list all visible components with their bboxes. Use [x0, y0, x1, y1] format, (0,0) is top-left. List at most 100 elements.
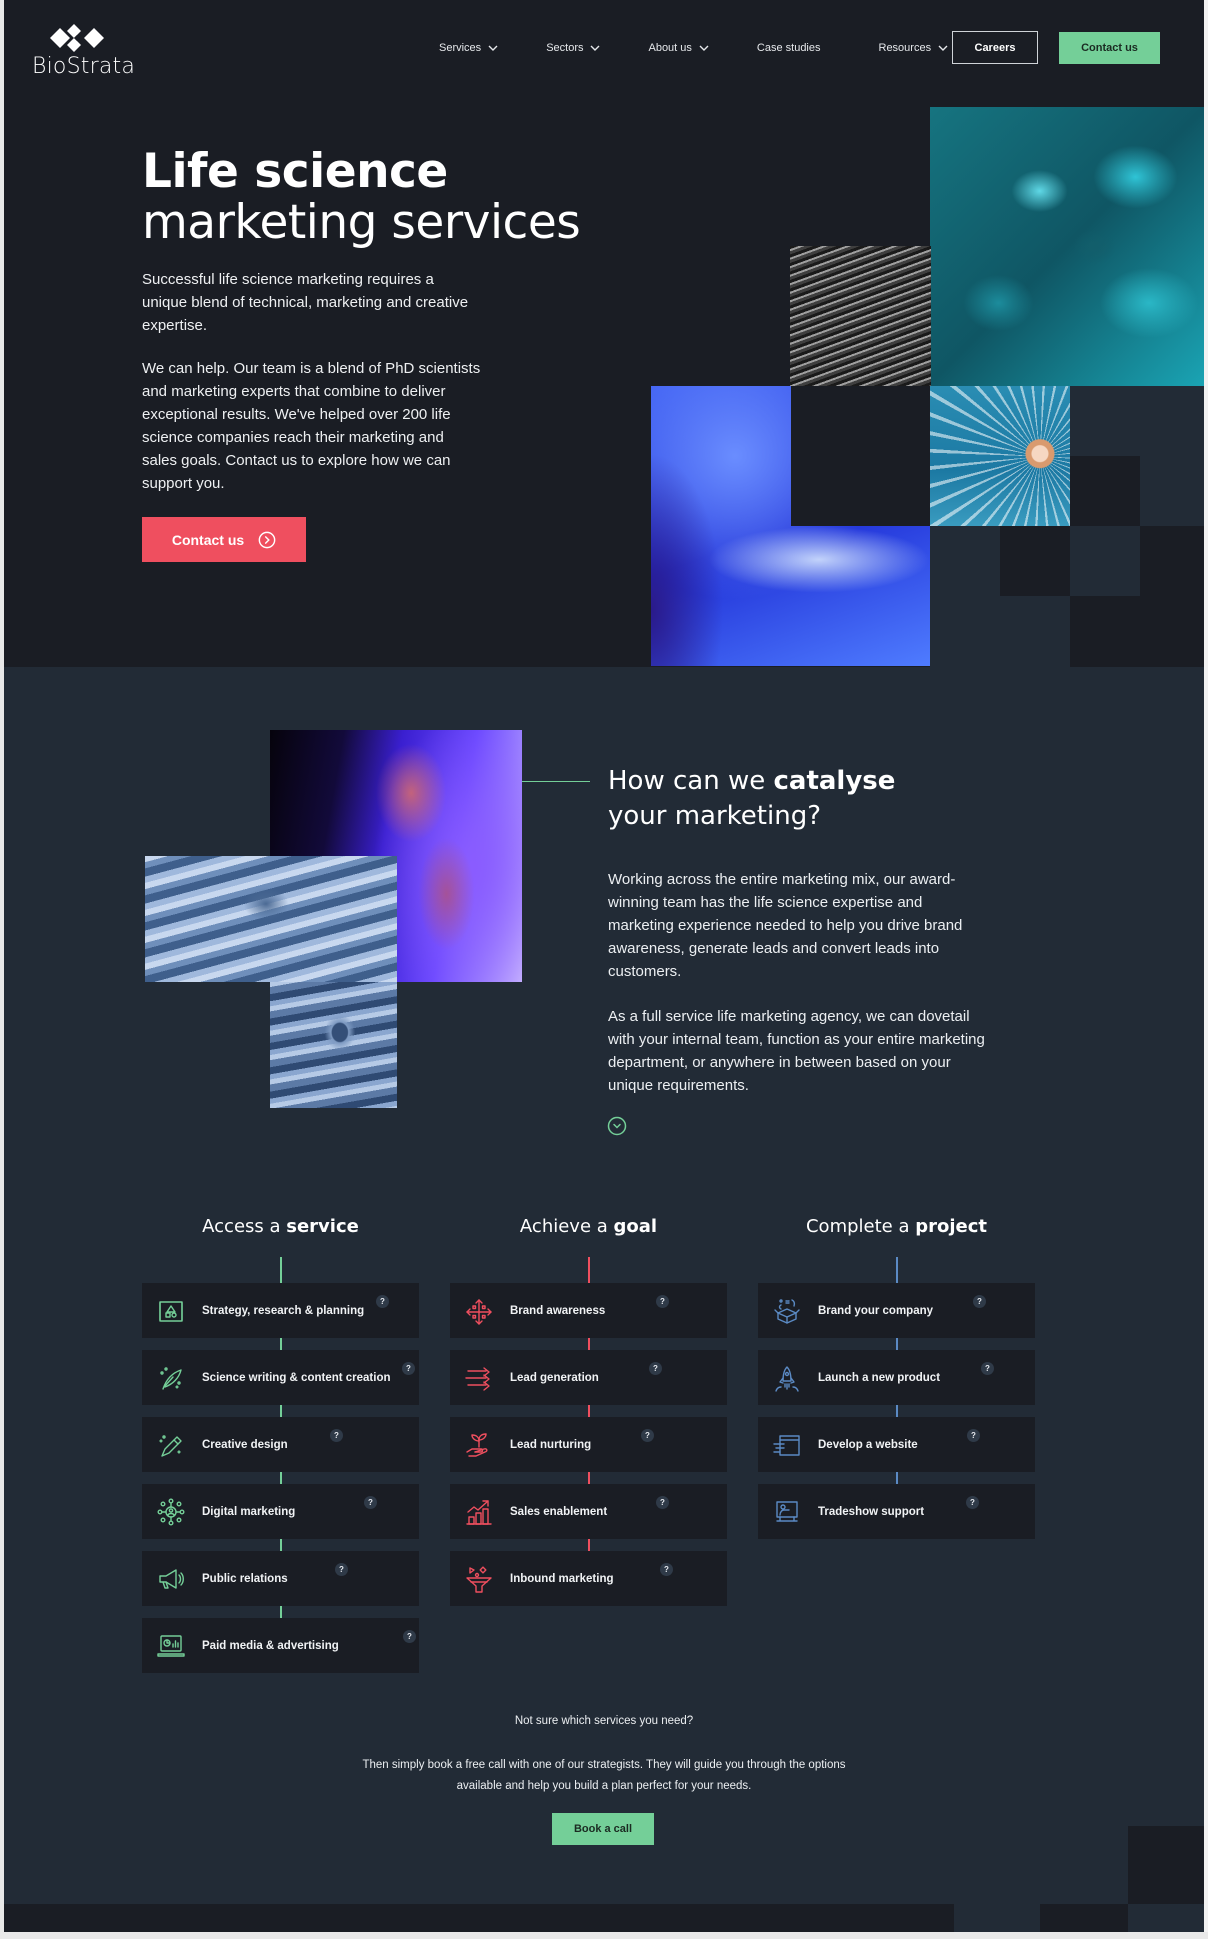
help-icon[interactable]: ? — [973, 1295, 986, 1308]
page: BioStrata Services Sectors About us Case st… — [4, 0, 1204, 1932]
decor-square — [1070, 596, 1204, 667]
help-icon[interactable]: ? — [660, 1563, 673, 1576]
catalyse-title-pre: How can we — [608, 766, 774, 796]
service-card[interactable]: Tradeshow support? — [758, 1484, 1035, 1539]
help-icon[interactable]: ? — [981, 1362, 994, 1375]
browser-window-icon — [773, 1435, 800, 1456]
column-connector — [895, 1338, 898, 1350]
nav-item-about-us[interactable]: About us — [648, 42, 709, 54]
column-title: Access a service — [142, 1215, 419, 1239]
book-call-button[interactable]: Book a call — [552, 1813, 654, 1845]
chevron-down-icon — [590, 45, 600, 51]
service-card-label: Lead nurturing — [510, 1439, 592, 1451]
service-card[interactable]: Digital marketing? — [142, 1484, 419, 1539]
help-icon[interactable]: ? — [656, 1295, 669, 1308]
help-icon[interactable]: ? — [403, 1630, 416, 1643]
help-icon[interactable]: ? — [967, 1429, 980, 1442]
service-card[interactable]: Launch a new product? — [758, 1350, 1035, 1405]
chevron-down-icon — [699, 45, 709, 51]
service-card-label: Paid media & advertising — [202, 1640, 339, 1652]
column-connector — [587, 1405, 590, 1417]
help-icon[interactable]: ? — [364, 1496, 377, 1509]
chevron-down-circle-icon[interactable] — [607, 1116, 627, 1136]
column-connector — [279, 1338, 282, 1350]
careers-button[interactable]: Careers — [952, 31, 1038, 64]
footer-strip — [4, 1904, 954, 1932]
service-card[interactable]: Sales enablement? — [450, 1484, 727, 1539]
service-card[interactable]: Develop a website? — [758, 1417, 1035, 1472]
nav-item-label: Services — [439, 42, 482, 54]
help-icon[interactable]: ? — [966, 1496, 979, 1509]
nav-item-sectors[interactable]: Sectors — [546, 42, 600, 54]
column-connector — [279, 1539, 282, 1551]
cta-paragraph: Then simply book a free call with one of… — [362, 1759, 846, 1792]
help-icon[interactable]: ? — [649, 1362, 662, 1375]
column-connector — [279, 1606, 282, 1618]
service-card[interactable]: Paid media & advertising? — [142, 1618, 419, 1673]
help-icon[interactable]: ? — [402, 1362, 415, 1375]
rocket-icon — [775, 1366, 799, 1392]
hero-paragraph-2: We can help. Our team is a blend of PhD … — [142, 360, 481, 492]
mosaic-gap — [791, 386, 931, 526]
laptop-chart-icon — [157, 1635, 185, 1657]
dandelion-image — [930, 386, 1071, 527]
nav-item-label: About us — [648, 42, 692, 54]
help-icon[interactable]: ? — [335, 1563, 348, 1576]
nav-item-resources[interactable]: Resources — [879, 42, 949, 54]
brand-logo[interactable]: BioStrata — [32, 24, 135, 80]
logo-diamonds-icon — [50, 24, 104, 52]
service-card[interactable]: Lead nurturing? — [450, 1417, 727, 1472]
service-card-label: Science writing & content creation — [202, 1372, 391, 1384]
cta-question: Not sure which services you need? — [514, 1715, 694, 1727]
service-card[interactable]: Brand your company? — [758, 1283, 1035, 1338]
fast-arrows-icon — [465, 1367, 490, 1391]
presenter-icon — [776, 1501, 798, 1522]
service-card[interactable]: Creative design? — [142, 1417, 419, 1472]
column-connector — [895, 1405, 898, 1417]
hero-section: BioStrata Services Sectors About us Case st… — [4, 0, 1204, 667]
nav-contact-button[interactable]: Contact us — [1059, 32, 1160, 64]
service-card-label: Tradeshow support — [818, 1506, 925, 1518]
hero-contact-button[interactable]: Contact us — [142, 517, 306, 562]
blue-marble-image-lower — [270, 982, 397, 1108]
service-card[interactable]: Brand awareness? — [450, 1283, 727, 1338]
expand-arrows-icon — [466, 1299, 492, 1325]
column-connector — [279, 1472, 282, 1484]
service-card-label: Sales enablement — [510, 1506, 608, 1518]
column-title-pre: Achieve a — [519, 1216, 614, 1237]
service-card-label: Launch a new product — [818, 1372, 941, 1384]
decor-square — [1140, 526, 1204, 596]
service-card[interactable]: Public relations? — [142, 1551, 419, 1606]
project-column: Complete a project Brand your company? Lau… — [758, 1215, 1035, 1539]
nav-item-label: Sectors — [546, 42, 584, 54]
decor-square — [1128, 1904, 1204, 1932]
column-title: Complete a project — [758, 1215, 1035, 1239]
column-connector — [895, 1257, 898, 1283]
service-card[interactable]: Science writing & content creation? — [142, 1350, 419, 1405]
blueprint-icon — [159, 1301, 183, 1322]
funnel-icon — [466, 1566, 492, 1593]
help-icon[interactable]: ? — [656, 1496, 669, 1509]
service-card[interactable]: Lead generation? — [450, 1350, 727, 1405]
column-title: Achieve a goal — [450, 1215, 727, 1239]
service-card-label: Develop a website — [818, 1439, 918, 1451]
service-card-label: Brand your company — [818, 1305, 934, 1317]
catalyse-paragraph-1: Working across the entire marketing mix,… — [608, 871, 963, 980]
grayscale-texture-image — [790, 246, 931, 387]
help-icon[interactable]: ? — [641, 1429, 654, 1442]
chevron-down-icon — [488, 45, 498, 51]
nav-item-services[interactable]: Services — [439, 42, 498, 54]
page-bottom-edge — [0, 1932, 1208, 1939]
help-icon[interactable]: ? — [330, 1429, 343, 1442]
help-icon[interactable]: ? — [376, 1295, 389, 1308]
blue-marble-image — [145, 856, 397, 982]
chevron-down-icon — [938, 45, 948, 51]
service-card[interactable]: Strategy, research & planning? — [142, 1283, 419, 1338]
service-card[interactable]: Inbound marketing? — [450, 1551, 727, 1606]
service-card-label: Lead generation — [510, 1372, 599, 1384]
quill-icon — [160, 1367, 182, 1390]
service-card-label: Public relations — [202, 1573, 288, 1585]
hero-contact-label: Contact us — [171, 531, 245, 548]
column-title-bold: goal — [613, 1216, 658, 1237]
nav-item-case-studies[interactable]: Case studies — [757, 42, 821, 54]
